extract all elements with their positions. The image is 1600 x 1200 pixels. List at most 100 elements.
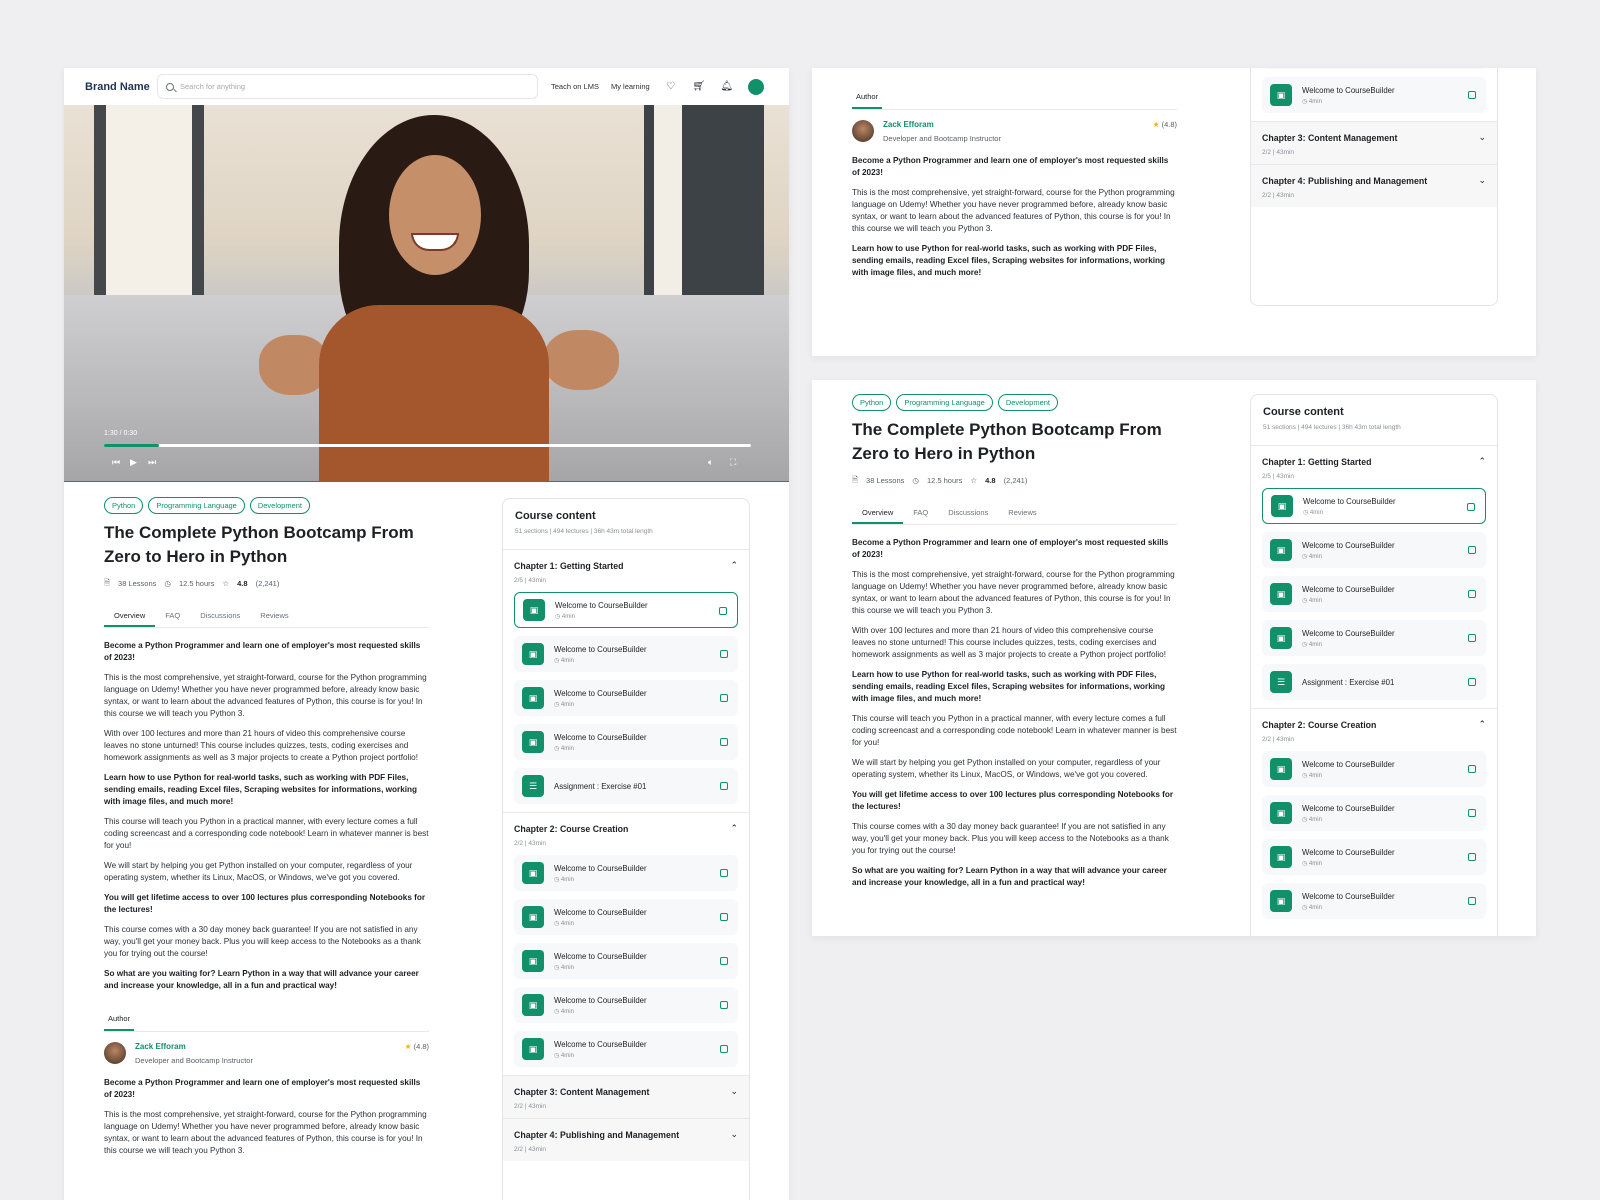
tag-development[interactable]: Development: [249, 497, 311, 514]
heart-icon[interactable]: ♡: [664, 81, 678, 92]
course-content-summary: 51 sections | 494 lectures | 36h 43m tot…: [515, 528, 653, 535]
search-input[interactable]: Search for anything: [157, 74, 538, 99]
lesson-item[interactable]: ▣ Welcome to CourseBuilder ◷ 4min: [1262, 532, 1486, 568]
tab-reviews[interactable]: Reviews: [998, 503, 1046, 524]
course-content-panel: Course content 51 sections | 494 lecture…: [1250, 394, 1498, 936]
tab-discussions[interactable]: Discussions: [938, 503, 998, 524]
tab-overview[interactable]: Overview: [852, 503, 904, 524]
lesson-item[interactable]: ▣ Welcome to CourseBuilder ◷ 4min: [514, 943, 738, 979]
chapter-header[interactable]: Chapter 1: Getting Started ⌃: [1262, 446, 1486, 467]
lesson-checkbox[interactable]: [720, 694, 728, 702]
file-icon: 🗎: [104, 578, 111, 587]
lesson-checkbox[interactable]: [1468, 634, 1476, 642]
chapter-header[interactable]: Chapter 1: Getting Started ⌃: [514, 550, 738, 571]
lesson-item[interactable]: ▣ Welcome to CourseBuilder ◷ 4min: [514, 724, 738, 760]
chapter-3[interactable]: Chapter 3: Content Management ⌄ 2/2 | 43m…: [503, 1075, 749, 1118]
author-role: Developer and Bootcamp Instructor: [135, 1056, 253, 1065]
assignment-item[interactable]: ☰ Assignment : Exercise #01: [514, 768, 738, 804]
tag-development[interactable]: Development: [997, 394, 1059, 411]
lesson-checkbox[interactable]: [720, 738, 728, 746]
lesson-item[interactable]: ▣ Welcome to CourseBuilder ◷ 4min: [514, 1031, 738, 1067]
fullscreen-icon[interactable]: ⛶: [730, 457, 736, 468]
lesson-checkbox[interactable]: [720, 1045, 728, 1053]
document-icon: ☰: [522, 775, 544, 797]
overview-paragraph: This is the most comprehensive, yet stra…: [104, 673, 427, 718]
lesson-checkbox[interactable]: [1468, 590, 1476, 598]
lesson-checkbox[interactable]: [720, 957, 728, 965]
video-lesson-icon: ▣: [1270, 539, 1292, 561]
lesson-checkbox[interactable]: [1468, 678, 1476, 686]
overview-paragraph: This course comes with a 30 day money ba…: [852, 822, 1169, 855]
lesson-item[interactable]: ▣ Welcome to CourseBuilder ◷ 4min: [1262, 839, 1486, 875]
chapter-header[interactable]: Chapter 2: Course Creation ⌃: [1262, 709, 1486, 730]
assignment-item[interactable]: ☰ Assignment : Exercise #01: [1262, 664, 1486, 700]
lesson-item[interactable]: ▣ Welcome to CourseBuilder ◷ 4min: [1262, 795, 1486, 831]
play-icon[interactable]: ▶︎: [130, 457, 137, 468]
lesson-item[interactable]: ▣ Welcome to CourseBuilder ◷ 4min: [514, 855, 738, 891]
lesson-checkbox[interactable]: [720, 1001, 728, 1009]
lesson-checkbox[interactable]: [1467, 503, 1475, 511]
lesson-checkbox[interactable]: [1468, 809, 1476, 817]
lesson-item[interactable]: [1262, 68, 1486, 69]
lesson-checkbox[interactable]: [1468, 897, 1476, 905]
nav-my-learning-link[interactable]: My learning: [611, 82, 650, 91]
lesson-item[interactable]: ▣ Welcome to CourseBuilder ◷ 4min: [514, 680, 738, 716]
video-progress-bar[interactable]: [104, 444, 751, 447]
chapter-4[interactable]: Chapter 4: Publishing and Management ⌄ 2/…: [1251, 164, 1497, 207]
lesson-checkbox[interactable]: [720, 650, 728, 658]
lesson-checkbox[interactable]: [720, 782, 728, 790]
tab-faq[interactable]: FAQ: [155, 606, 190, 627]
video-player[interactable]: 1:30 / 0:30 ⏮︎ ▶︎ ⏭︎ 🔈︎ ⛶: [64, 105, 789, 482]
lesson-item[interactable]: ▣ Welcome to CourseBuilder ◷ 4min: [1262, 576, 1486, 612]
chevron-up-icon: ⌃: [730, 560, 738, 570]
lesson-item[interactable]: ▣ Welcome to CourseBuilder ◷ 4min: [1262, 488, 1486, 524]
tab-faq[interactable]: FAQ: [903, 503, 938, 524]
video-lesson-icon: ▣: [522, 687, 544, 709]
course-info: Python Programming Language Development …: [104, 497, 444, 1165]
lesson-checkbox[interactable]: [720, 869, 728, 877]
tab-discussions[interactable]: Discussions: [190, 606, 250, 627]
tag-python[interactable]: Python: [852, 394, 892, 411]
tag-programming-language[interactable]: Programming Language: [148, 497, 245, 514]
lesson-item[interactable]: ▣ Welcome to CourseBuilder ◷ 4min: [1262, 883, 1486, 919]
overview-paragraph: With over 100 lectures and more than 21 …: [104, 729, 418, 762]
overview-text: Become a Python Programmer and learn one…: [852, 537, 1192, 889]
lesson-checkbox[interactable]: [720, 913, 728, 921]
chapter-3[interactable]: Chapter 3: Content Management ⌄ 2/2 | 43m…: [1251, 121, 1497, 164]
tag-programming-language[interactable]: Programming Language: [896, 394, 993, 411]
author-paragraph: This is the most comprehensive, yet stra…: [852, 188, 1175, 233]
bell-icon[interactable]: 🔔︎: [720, 81, 734, 92]
user-avatar[interactable]: [747, 78, 764, 95]
lesson-item[interactable]: ▣ Welcome to CourseBuilder ◷ 4min: [514, 592, 738, 628]
lesson-checkbox[interactable]: [1468, 765, 1476, 773]
author-section: Author Zack Efforam Developer and Bootca…: [852, 86, 1192, 287]
chapter-4[interactable]: Chapter 4: Publishing and Management ⌄ 2/…: [503, 1118, 749, 1161]
brand-logo[interactable]: Brand Name: [85, 81, 157, 93]
lesson-checkbox[interactable]: [1468, 546, 1476, 554]
lesson-item[interactable]: ▣ Welcome to CourseBuilder ◷ 4min: [1262, 751, 1486, 787]
star-icon: ☆: [222, 579, 230, 588]
tab-overview[interactable]: Overview: [104, 606, 156, 627]
skip-back-icon[interactable]: ⏮︎: [112, 457, 120, 468]
overview-paragraph: We will start by helping you get Python …: [852, 758, 1161, 779]
lesson-checkbox[interactable]: [1468, 853, 1476, 861]
cart-icon[interactable]: 🛒︎: [692, 81, 706, 92]
author-name[interactable]: Zack Efforam: [135, 1042, 253, 1051]
lesson-checkbox[interactable]: [1468, 91, 1476, 99]
tab-author[interactable]: Author: [852, 92, 883, 109]
nav-teach-link[interactable]: Teach on LMS: [551, 82, 599, 91]
tab-reviews[interactable]: Reviews: [250, 606, 298, 627]
lesson-checkbox[interactable]: [719, 607, 727, 615]
author-name[interactable]: Zack Efforam: [883, 120, 1001, 129]
lesson-item[interactable]: ▣ Welcome to CourseBuilder ◷ 4min: [1262, 620, 1486, 656]
lesson-item[interactable]: ▣ Welcome to CourseBuilder ◷ 4min: [514, 987, 738, 1023]
overview-text: Become a Python Programmer and learn one…: [104, 640, 444, 992]
lesson-item[interactable]: ▣ Welcome to CourseBuilder ◷ 4min: [514, 636, 738, 672]
chapter-header[interactable]: Chapter 2: Course Creation ⌃: [514, 813, 738, 834]
lesson-item[interactable]: ▣ Welcome to CourseBuilder ◷ 4min: [514, 899, 738, 935]
volume-icon[interactable]: 🔈︎: [708, 457, 713, 468]
lesson-item[interactable]: ▣ Welcome to CourseBuilder ◷ 4min: [1262, 77, 1486, 113]
tab-author[interactable]: Author: [104, 1014, 135, 1031]
skip-forward-icon[interactable]: ⏭︎: [148, 457, 156, 468]
tag-python[interactable]: Python: [104, 497, 144, 514]
